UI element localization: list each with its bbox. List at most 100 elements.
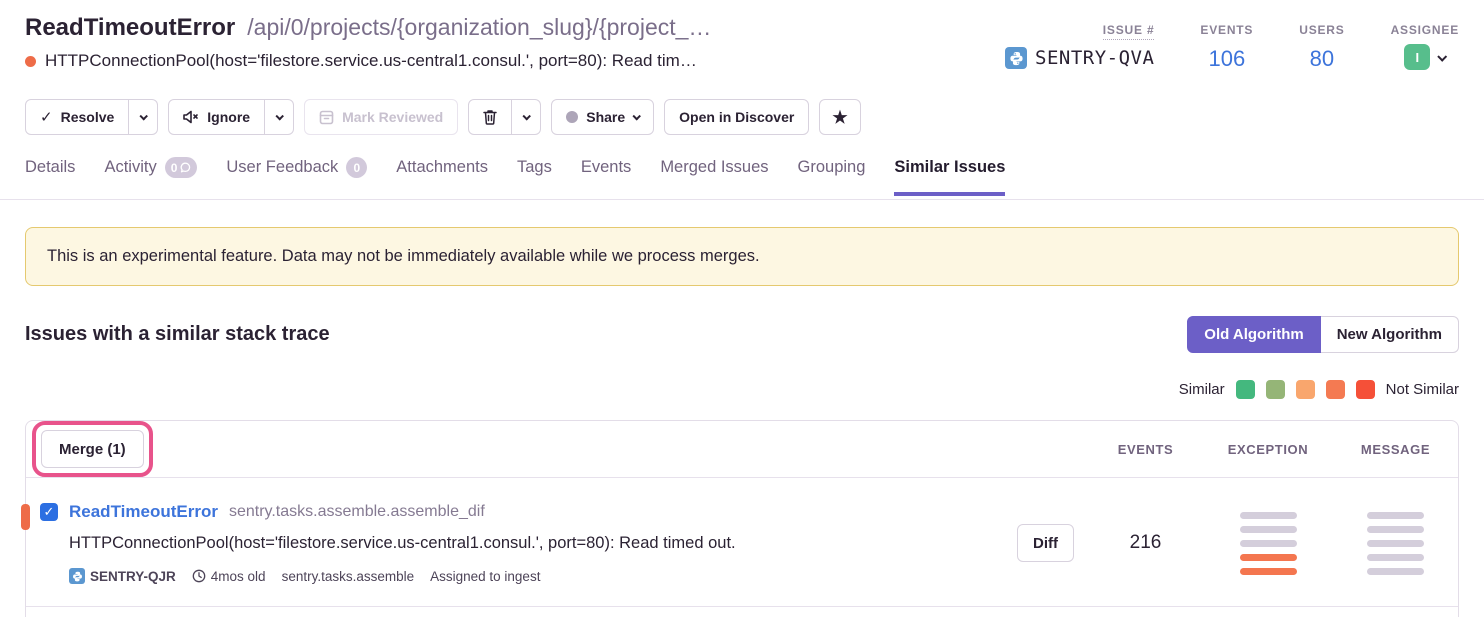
resolve-dropdown-button[interactable] — [129, 99, 158, 135]
tab-grouping[interactable]: Grouping — [798, 157, 866, 196]
clock-icon — [192, 569, 206, 583]
meta-short-id: SENTRY-QJR — [69, 568, 176, 584]
similar-issues-table: Merge (1) EVENTS EXCEPTION MESSAGE ✓ Rea… — [25, 420, 1459, 617]
stat-assignee: ASSIGNEE I — [1391, 23, 1459, 72]
legend-color-scale — [1236, 380, 1375, 399]
legend-similar-label: Similar — [1179, 381, 1225, 398]
error-level-bar — [21, 504, 30, 530]
assignee-avatar: I — [1404, 44, 1430, 70]
message-similarity-cell — [1333, 512, 1458, 575]
error-level-dot — [25, 56, 36, 67]
ignore-button-group: Ignore — [168, 99, 294, 135]
tab-label: Merged Issues — [660, 158, 768, 177]
row-main: ✓ ReadTimeoutError sentry.tasks.assemble… — [40, 502, 1003, 584]
similar-issue-link[interactable]: ReadTimeoutError — [69, 502, 218, 522]
share-label: Share — [586, 109, 625, 125]
tab-events[interactable]: Events — [581, 157, 631, 196]
similar-issue-row: ✓ ReadTimeoutError sentry.tasks.assemble… — [26, 478, 1458, 607]
diff-cell: Diff — [1003, 524, 1088, 562]
table-header-row: Merge (1) EVENTS EXCEPTION MESSAGE — [26, 421, 1458, 478]
resolve-button-group: ✓ Resolve — [25, 99, 158, 135]
resolve-label: Resolve — [61, 109, 115, 125]
tab-label: User Feedback — [226, 158, 338, 177]
tab-merged-issues[interactable]: Merged Issues — [660, 157, 768, 196]
issue-meta-line: SENTRY-QJR 4mos old sentry.tasks.assembl… — [69, 568, 1003, 584]
exception-column-header: EXCEPTION — [1203, 442, 1333, 457]
tab-similar-issues[interactable]: Similar Issues — [894, 157, 1005, 196]
stat-issue-number: ISSUE # SENTRY-QVA — [1005, 23, 1154, 72]
delete-button[interactable] — [468, 99, 512, 135]
resolve-button[interactable]: ✓ Resolve — [25, 99, 129, 135]
row-assigned-text: Assigned to ingest — [430, 569, 540, 584]
chevron-down-icon — [140, 112, 148, 120]
issue-short-id[interactable]: SENTRY-QVA — [1005, 47, 1154, 69]
action-toolbar: ✓ Resolve Ignore Mark Reviewed — [25, 99, 861, 135]
share-status-icon — [566, 111, 578, 123]
tab-user-feedback[interactable]: User Feedback 0 — [226, 157, 367, 196]
stat-users: USERS 80 — [1299, 23, 1344, 72]
similar-issues-section-header: Issues with a similar stack trace Old Al… — [25, 316, 1459, 353]
tab-label: Activity — [104, 158, 156, 177]
banner-text: This is an experimental feature. Data ma… — [47, 247, 760, 266]
tab-label: Grouping — [798, 158, 866, 177]
algorithm-toggle: Old Algorithm New Algorithm — [1187, 316, 1459, 353]
feedback-count-badge: 0 — [346, 157, 367, 178]
chevron-down-icon — [633, 112, 641, 120]
legend-not-similar-label: Not Similar — [1386, 381, 1459, 398]
row-data-columns: Diff 216 — [1003, 512, 1458, 575]
issue-number-label: ISSUE # — [1103, 23, 1155, 40]
exception-similarity-bars — [1240, 512, 1297, 575]
issue-header: ReadTimeoutError /api/0/projects/{organi… — [25, 14, 1459, 72]
meta-assigned: Assigned to ingest — [430, 569, 540, 584]
row-events-count: 216 — [1088, 532, 1203, 554]
open-in-discover-button[interactable]: Open in Discover — [664, 99, 809, 135]
python-platform-icon — [1005, 47, 1027, 69]
new-algorithm-button[interactable]: New Algorithm — [1321, 316, 1459, 353]
archive-icon — [319, 110, 334, 125]
similarity-legend: Similar Not Similar — [1179, 380, 1459, 399]
check-icon: ✓ — [40, 108, 53, 126]
table-column-headers: EVENTS EXCEPTION MESSAGE — [1003, 442, 1458, 457]
tab-label: Similar Issues — [894, 158, 1005, 177]
delete-dropdown-button[interactable] — [512, 99, 541, 135]
tab-label: Details — [25, 158, 75, 177]
badge-count: 0 — [171, 161, 178, 175]
tab-label: Attachments — [396, 158, 488, 177]
ignore-button[interactable]: Ignore — [168, 99, 265, 135]
diff-button[interactable]: Diff — [1017, 524, 1074, 562]
assignee-selector[interactable]: I — [1404, 44, 1445, 70]
row-task-text: sentry.tasks.assemble — [282, 569, 415, 584]
share-button[interactable]: Share — [551, 99, 654, 135]
merge-button[interactable]: Merge (1) — [41, 430, 144, 468]
python-platform-icon — [69, 568, 85, 584]
issue-title-row: ReadTimeoutError /api/0/projects/{organi… — [25, 14, 711, 42]
issue-transaction-path: /api/0/projects/{organization_slug}/{pro… — [247, 14, 711, 41]
mark-reviewed-button[interactable]: Mark Reviewed — [304, 99, 458, 135]
issue-culprit: sentry.tasks.assemble.assemble_dif — [229, 503, 485, 521]
issue-header-left: ReadTimeoutError /api/0/projects/{organi… — [25, 14, 711, 72]
bookmark-star-button[interactable]: ★ — [819, 99, 860, 135]
ignore-label: Ignore — [207, 109, 250, 125]
tab-tags[interactable]: Tags — [517, 157, 552, 196]
tab-details[interactable]: Details — [25, 157, 75, 196]
message-similarity-bars — [1367, 512, 1424, 575]
merge-button-wrap: Merge (1) — [41, 430, 144, 468]
events-label: EVENTS — [1200, 23, 1253, 37]
issue-subtitle-row: HTTPConnectionPool(host='filestore.servi… — [25, 51, 711, 71]
page-title: ReadTimeoutError — [25, 14, 235, 42]
assignee-label: ASSIGNEE — [1391, 23, 1459, 37]
mute-icon — [183, 110, 199, 124]
row-title-line: ✓ ReadTimeoutError sentry.tasks.assemble… — [40, 502, 1003, 522]
chevron-down-icon — [523, 112, 531, 120]
ignore-dropdown-button[interactable] — [265, 99, 294, 135]
old-algorithm-button[interactable]: Old Algorithm — [1187, 316, 1320, 353]
trash-icon — [483, 109, 497, 125]
users-count[interactable]: 80 — [1310, 46, 1334, 72]
events-count[interactable]: 106 — [1208, 46, 1245, 72]
tab-attachments[interactable]: Attachments — [396, 157, 488, 196]
activity-count-badge: 0 — [165, 157, 198, 178]
tab-activity[interactable]: Activity 0 — [104, 157, 197, 196]
issue-tabs: Details Activity 0 User Feedback 0 Attac… — [25, 157, 1005, 196]
row-checkbox-checked[interactable]: ✓ — [40, 503, 58, 521]
comment-bubble-icon — [180, 162, 191, 173]
